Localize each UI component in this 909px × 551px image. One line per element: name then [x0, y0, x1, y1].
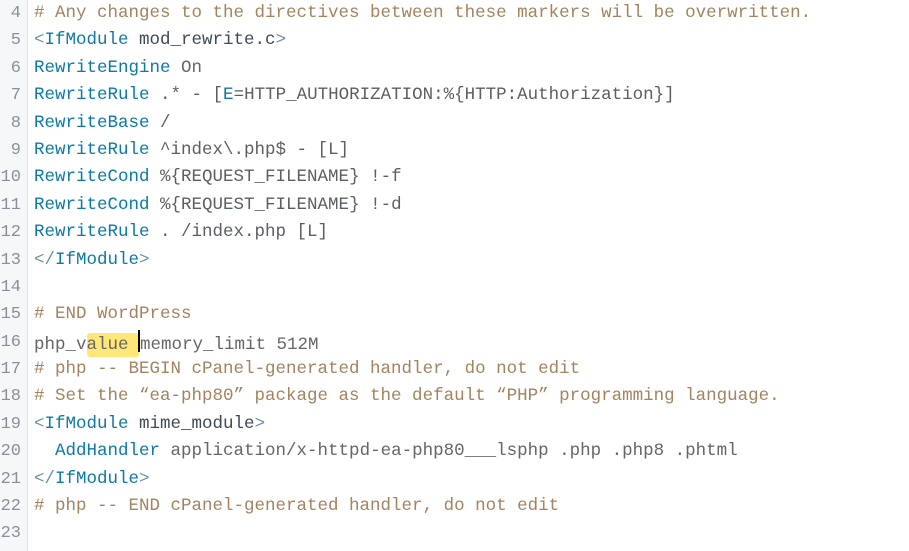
code-token: # END WordPress — [34, 304, 192, 324]
code-line[interactable] — [34, 520, 811, 547]
code-token: > — [139, 250, 150, 270]
code-token: RewriteCond — [34, 195, 150, 215]
line-number: 23 — [0, 520, 21, 547]
code-token: On — [171, 58, 203, 78]
line-number: 15 — [0, 301, 21, 328]
code-token: # php -- END cPanel-generated handler, d… — [34, 496, 559, 516]
line-number: 4 — [0, 0, 21, 27]
text-cursor — [139, 332, 140, 352]
code-token: application/x-httpd-ea-php80___lsphp .ph… — [160, 441, 738, 461]
code-token: RewriteRule — [34, 140, 150, 160]
line-number: 18 — [0, 383, 21, 410]
code-line[interactable]: AddHandler application/x-httpd-ea-php80_… — [34, 438, 811, 465]
code-token: </ — [34, 469, 55, 489]
line-number: 13 — [0, 247, 21, 274]
code-token: > — [255, 414, 266, 434]
line-number: 8 — [0, 110, 21, 137]
line-number: 6 — [0, 55, 21, 82]
code-line[interactable]: RewriteBase / — [34, 110, 811, 137]
code-line[interactable]: RewriteRule ^index\.php$ - [L] — [34, 137, 811, 164]
code-line[interactable]: <IfModule mime_module> — [34, 411, 811, 438]
line-number: 9 — [0, 137, 21, 164]
code-token: ^index\.php$ - [L] — [150, 140, 350, 160]
code-token: %{REQUEST_FILENAME} !-f — [150, 167, 402, 187]
code-line[interactable]: RewriteRule . /index.php [L] — [34, 219, 811, 246]
code-token: .* - [ — [150, 85, 224, 105]
line-number: 12 — [0, 219, 21, 246]
code-token: # Any changes to the directives between … — [34, 3, 811, 23]
code-token: < — [34, 30, 45, 50]
code-line[interactable]: # php -- END cPanel-generated handler, d… — [34, 493, 811, 520]
code-token: memory_limit 512M — [140, 335, 319, 355]
code-token: RewriteEngine — [34, 58, 171, 78]
line-number: 7 — [0, 82, 21, 109]
code-token: IfModule — [55, 250, 139, 270]
code-line[interactable]: # END WordPress — [34, 301, 811, 328]
code-editor[interactable]: 4567891011121314151617181920212223 # Any… — [0, 0, 909, 551]
code-line[interactable]: RewriteEngine On — [34, 55, 811, 82]
code-token: # Set the “ea-php80” package as the defa… — [34, 386, 780, 406]
code-token: AddHandler — [34, 441, 160, 461]
code-token: RewriteCond — [34, 167, 150, 187]
code-token: # php -- BEGIN cPanel-generated handler,… — [34, 359, 580, 379]
code-line[interactable]: RewriteCond %{REQUEST_FILENAME} !-d — [34, 192, 811, 219]
code-token: mime_module — [129, 414, 255, 434]
code-token: IfModule — [45, 414, 129, 434]
code-token: =HTTP_AUTHORIZATION:%{HTTP:Authorization… — [234, 85, 675, 105]
code-token: </ — [34, 250, 55, 270]
code-token: > — [139, 469, 150, 489]
code-token: RewriteRule — [34, 85, 150, 105]
code-token: IfModule — [45, 30, 129, 50]
code-token: %{REQUEST_FILENAME} !-d — [150, 195, 402, 215]
line-number: 16 — [0, 329, 21, 356]
code-line[interactable] — [34, 274, 811, 301]
line-number-gutter: 4567891011121314151617181920212223 — [0, 0, 28, 551]
code-token: php_v — [34, 335, 87, 355]
code-area[interactable]: # Any changes to the directives between … — [28, 0, 811, 551]
line-number: 14 — [0, 274, 21, 301]
line-number: 19 — [0, 411, 21, 438]
code-line[interactable]: # Set the “ea-php80” package as the defa… — [34, 383, 811, 410]
line-number: 17 — [0, 356, 21, 383]
code-token: RewriteRule — [34, 222, 150, 242]
code-line[interactable]: </IfModule> — [34, 466, 811, 493]
code-line[interactable]: <IfModule mod_rewrite.c> — [34, 27, 811, 54]
code-line[interactable]: </IfModule> — [34, 247, 811, 274]
line-number: 22 — [0, 493, 21, 520]
code-token: RewriteBase — [34, 113, 150, 133]
code-line[interactable]: php_value memory_limit 512M — [34, 329, 811, 356]
code-token: IfModule — [55, 469, 139, 489]
code-line[interactable]: RewriteCond %{REQUEST_FILENAME} !-f — [34, 164, 811, 191]
code-token: < — [34, 414, 45, 434]
line-number: 5 — [0, 27, 21, 54]
code-token: mod_rewrite.c — [129, 30, 276, 50]
code-token: . /index.php [L] — [150, 222, 329, 242]
code-line[interactable]: RewriteRule .* - [E=HTTP_AUTHORIZATION:%… — [34, 82, 811, 109]
code-token: / — [150, 113, 171, 133]
code-token: E — [223, 85, 234, 105]
line-number: 10 — [0, 164, 21, 191]
code-line[interactable]: # php -- BEGIN cPanel-generated handler,… — [34, 356, 811, 383]
line-number: 20 — [0, 438, 21, 465]
selection-highlight: alue — [87, 333, 140, 357]
code-line[interactable]: # Any changes to the directives between … — [34, 0, 811, 27]
line-number: 11 — [0, 192, 21, 219]
line-number: 21 — [0, 466, 21, 493]
code-token: > — [276, 30, 287, 50]
